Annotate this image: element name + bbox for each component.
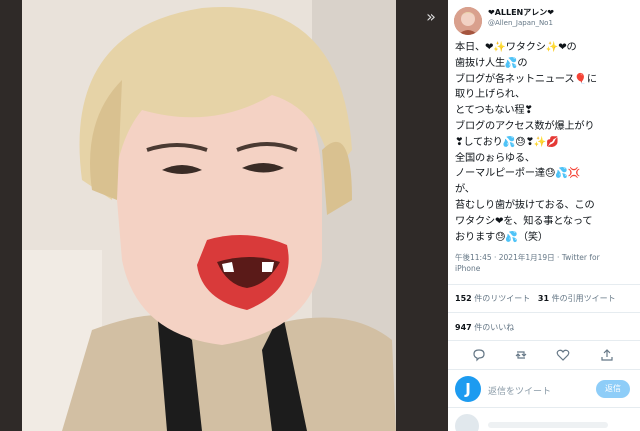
divider (448, 407, 640, 408)
photo-illustration (22, 0, 396, 431)
divider (448, 312, 640, 313)
double-chevron-right-icon[interactable]: » (420, 6, 442, 28)
tweet-panel: ❤ALLENアレン❤ @Allen_Japan_No1 本日、❤✨ワタクシ✨❤の… (448, 0, 640, 431)
reply-input[interactable]: 返信をツイート (488, 384, 551, 397)
divider (448, 340, 640, 341)
reply-icon[interactable] (470, 348, 488, 366)
like-icon[interactable] (554, 348, 572, 366)
likes-count: 947 (455, 323, 472, 332)
quotes-label[interactable]: 件の引用ツイート (549, 294, 616, 303)
likes-label: 件のいいね (471, 323, 515, 332)
tweet-photo[interactable] (22, 0, 396, 431)
viewer-avatar: J (455, 376, 481, 402)
retweets-label[interactable]: 件のリツイート (472, 294, 530, 303)
share-icon[interactable] (598, 348, 616, 366)
next-reply-avatar (455, 414, 479, 431)
divider (448, 369, 640, 370)
retweets-count[interactable]: 152 (455, 294, 472, 303)
author-name[interactable]: ❤ALLENアレン❤ (488, 7, 554, 18)
divider (448, 284, 640, 285)
author-handle[interactable]: @Allen_Japan_No1 (488, 19, 553, 27)
author-avatar[interactable] (454, 7, 482, 35)
reply-button[interactable]: 返信 (596, 380, 630, 398)
quotes-count[interactable]: 31 (538, 294, 549, 303)
media-viewer: » (0, 0, 448, 431)
engagement-stats: 152 件のリツイート 31 件の引用ツイート (455, 293, 616, 304)
next-reply-placeholder (488, 422, 608, 428)
tweet-actions (448, 348, 640, 366)
tweet-text: 本日、❤✨ワタクシ✨❤の 歯抜け人生💦の ブログが各ネットニュース🎈に 取り上げ… (455, 42, 597, 243)
avatar-image (454, 7, 482, 35)
retweet-icon[interactable] (512, 348, 530, 366)
likes-stat[interactable]: 947 件のいいね (455, 322, 514, 333)
tweet-timestamp[interactable]: 午後11:45 · 2021年1月19日 · Twitter for iPhon… (455, 252, 625, 274)
